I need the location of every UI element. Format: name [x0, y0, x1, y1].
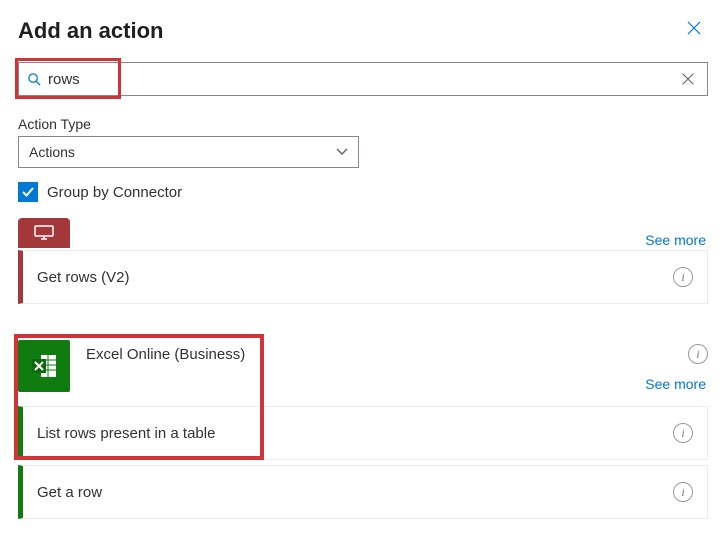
group-by-connector-label: Group by Connector	[47, 184, 182, 201]
checkmark-icon	[21, 185, 35, 199]
group-by-connector-checkbox[interactable]	[18, 182, 38, 202]
action-item-get-a-row[interactable]: Get a row i	[18, 465, 708, 519]
see-more-link[interactable]: See more	[645, 376, 708, 392]
search-icon	[27, 72, 42, 87]
close-button[interactable]	[680, 18, 708, 38]
see-more-link[interactable]: See more	[645, 232, 708, 248]
excel-icon	[29, 352, 59, 380]
close-icon	[681, 72, 695, 86]
clear-search-button[interactable]	[677, 72, 699, 86]
connector-tile[interactable]	[18, 218, 70, 248]
action-type-select[interactable]: Actions	[18, 136, 359, 168]
info-icon[interactable]: i	[688, 344, 708, 364]
connector-title: Excel Online (Business)	[86, 346, 245, 363]
excel-connector-tile[interactable]	[18, 340, 70, 392]
info-icon[interactable]: i	[673, 423, 693, 443]
info-icon[interactable]: i	[673, 482, 693, 502]
action-label: Get rows (V2)	[37, 269, 673, 286]
info-icon[interactable]: i	[673, 267, 693, 287]
action-label: List rows present in a table	[37, 425, 673, 442]
page-title: Add an action	[18, 18, 163, 44]
action-label: Get a row	[37, 484, 673, 501]
action-item-get-rows-v2[interactable]: Get rows (V2) i	[18, 250, 708, 304]
chevron-down-icon	[336, 148, 348, 156]
action-type-label: Action Type	[18, 116, 708, 132]
search-input[interactable]	[48, 71, 677, 88]
monitor-icon	[33, 224, 55, 242]
action-item-list-rows[interactable]: List rows present in a table i	[18, 406, 708, 460]
close-icon	[686, 20, 702, 36]
search-field[interactable]	[18, 62, 708, 96]
action-type-value: Actions	[29, 144, 75, 160]
